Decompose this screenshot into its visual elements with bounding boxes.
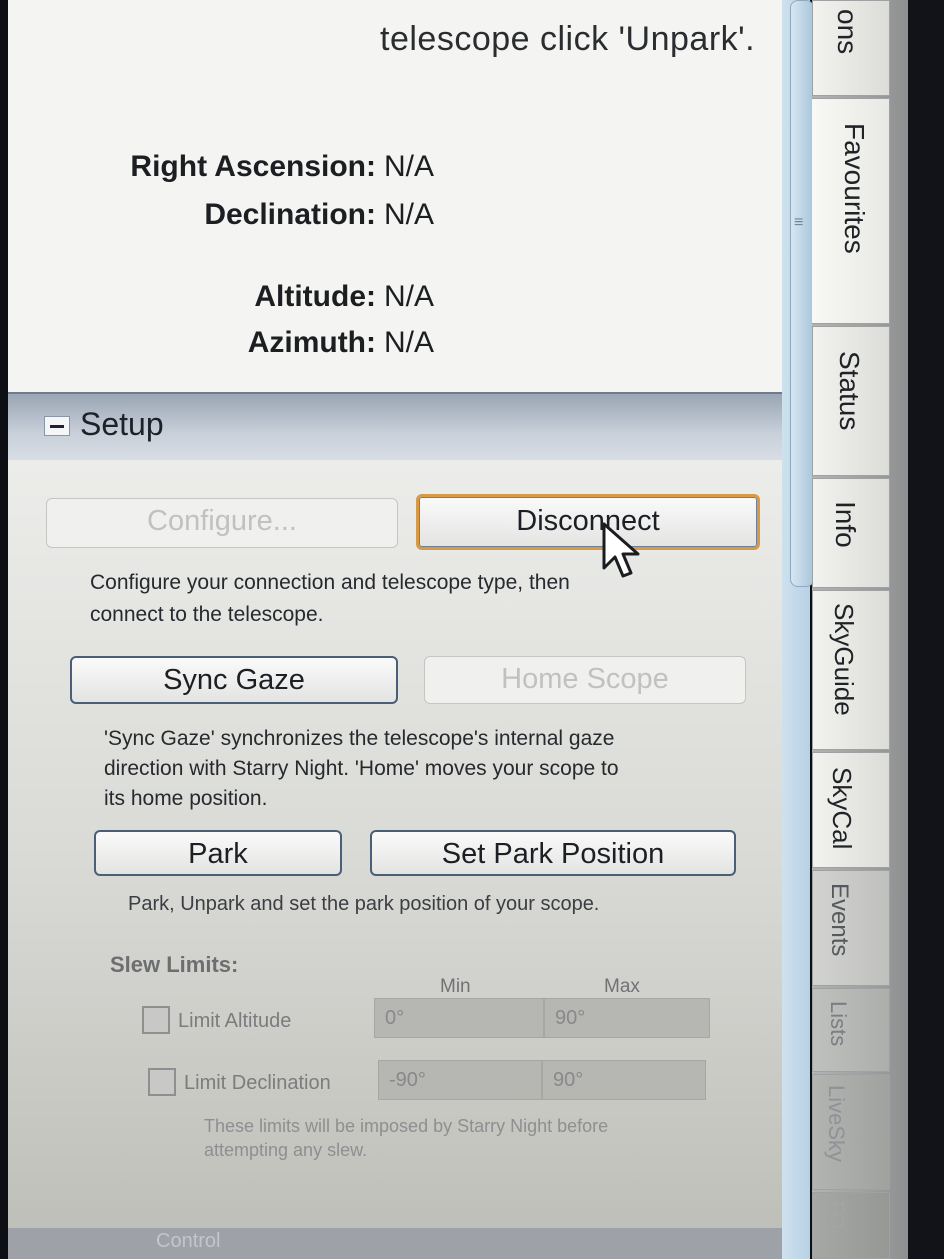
max-column-header: Max — [604, 976, 640, 997]
tab-livesky-label: LiveSky — [824, 1085, 849, 1163]
scrollbar-thumb[interactable] — [790, 0, 814, 587]
limit-declination-label: Limit Declination — [184, 1072, 331, 1094]
tab-skyguide[interactable]: SkyGuide — [812, 590, 890, 750]
ra-label: Right Ascension: — [130, 150, 376, 183]
scroll-grip-icon: ≡ — [794, 214, 804, 231]
az-value: N/A — [384, 326, 435, 359]
sync-gaze-button[interactable]: Sync Gaze — [70, 656, 398, 704]
control-section-title: Control — [156, 1230, 221, 1252]
disconnect-button[interactable]: Disconnect — [416, 494, 760, 550]
tab-status-label: Status — [834, 351, 865, 431]
tab-events-label: Events — [826, 883, 853, 957]
tab-fov[interactable]: FO — [812, 1192, 890, 1259]
connect-help-line2: connect to the telescope. — [90, 603, 324, 626]
declination-min-field[interactable]: -90° — [378, 1060, 542, 1100]
tab-info[interactable]: Info — [812, 478, 890, 588]
tab-skyguide-label: SkyGuide — [829, 603, 859, 716]
min-column-header: Min — [440, 976, 471, 997]
sync-help-line1: 'Sync Gaze' synchronizes the telescope's… — [104, 727, 615, 750]
az-label: Azimuth: — [247, 326, 376, 359]
background-outside-window — [908, 0, 944, 1259]
park-button[interactable]: Park — [94, 830, 342, 876]
alt-value: N/A — [384, 280, 435, 313]
tab-options[interactable]: ons — [812, 0, 890, 96]
limit-declination-checkbox[interactable] — [148, 1068, 176, 1096]
connect-help-line1: Configure your connection and telescope … — [90, 571, 570, 594]
dec-label: Declination: — [204, 198, 376, 231]
tab-status[interactable]: Status — [812, 326, 890, 476]
park-help-text: Park, Unpark and set the park position o… — [128, 893, 600, 915]
tab-skycal[interactable]: SkyCal — [812, 752, 890, 868]
setup-section-header[interactable]: Setup — [8, 392, 810, 462]
setup-title: Setup — [80, 406, 164, 442]
tab-lists-label: Lists — [826, 1001, 851, 1047]
tab-events[interactable]: Events — [812, 870, 890, 986]
limits-note-line2: attempting any slew. — [204, 1140, 368, 1160]
tab-favourites-label: Favourites — [839, 123, 870, 254]
slew-limits-title: Slew Limits: — [110, 952, 239, 977]
alt-label: Altitude: — [254, 280, 376, 313]
telescope-panel: telescope click 'Unpark'. Right Ascensio… — [8, 0, 810, 1259]
tab-fov-label: FO — [825, 1201, 847, 1229]
tab-lists[interactable]: Lists — [812, 988, 890, 1072]
telescope-status-area: telescope click 'Unpark'. Right Ascensio… — [8, 0, 810, 392]
tab-info-label: Info — [830, 501, 861, 548]
altitude-max-field[interactable]: 90° — [544, 998, 710, 1038]
control-section-header[interactable] — [8, 1228, 810, 1259]
limit-altitude-checkbox[interactable] — [142, 1006, 170, 1034]
sync-help-line3: its home position. — [104, 787, 268, 810]
mouse-cursor-icon — [602, 522, 640, 578]
ra-value: N/A — [384, 150, 435, 183]
tab-skycal-label: SkyCal — [827, 767, 857, 850]
instruction-text: telescope click 'Unpark'. — [380, 20, 756, 58]
home-scope-button[interactable]: Home Scope — [424, 656, 746, 704]
altitude-min-field[interactable]: 0° — [374, 998, 544, 1038]
set-park-position-button[interactable]: Set Park Position — [370, 830, 736, 876]
declination-max-field[interactable]: 90° — [542, 1060, 706, 1100]
sync-help-line2: direction with Starry Night. 'Home' move… — [104, 757, 619, 780]
collapse-icon[interactable] — [44, 416, 70, 436]
tab-options-label: ons — [832, 9, 863, 55]
limit-altitude-label: Limit Altitude — [178, 1010, 292, 1032]
tab-favourites[interactable]: Favourites — [812, 98, 890, 324]
dec-value: N/A — [384, 198, 435, 231]
tab-livesky[interactable]: LiveSky — [812, 1074, 890, 1190]
configure-button[interactable]: Configure... — [46, 498, 398, 548]
limits-note-line1: These limits will be imposed by Starry N… — [204, 1116, 609, 1136]
